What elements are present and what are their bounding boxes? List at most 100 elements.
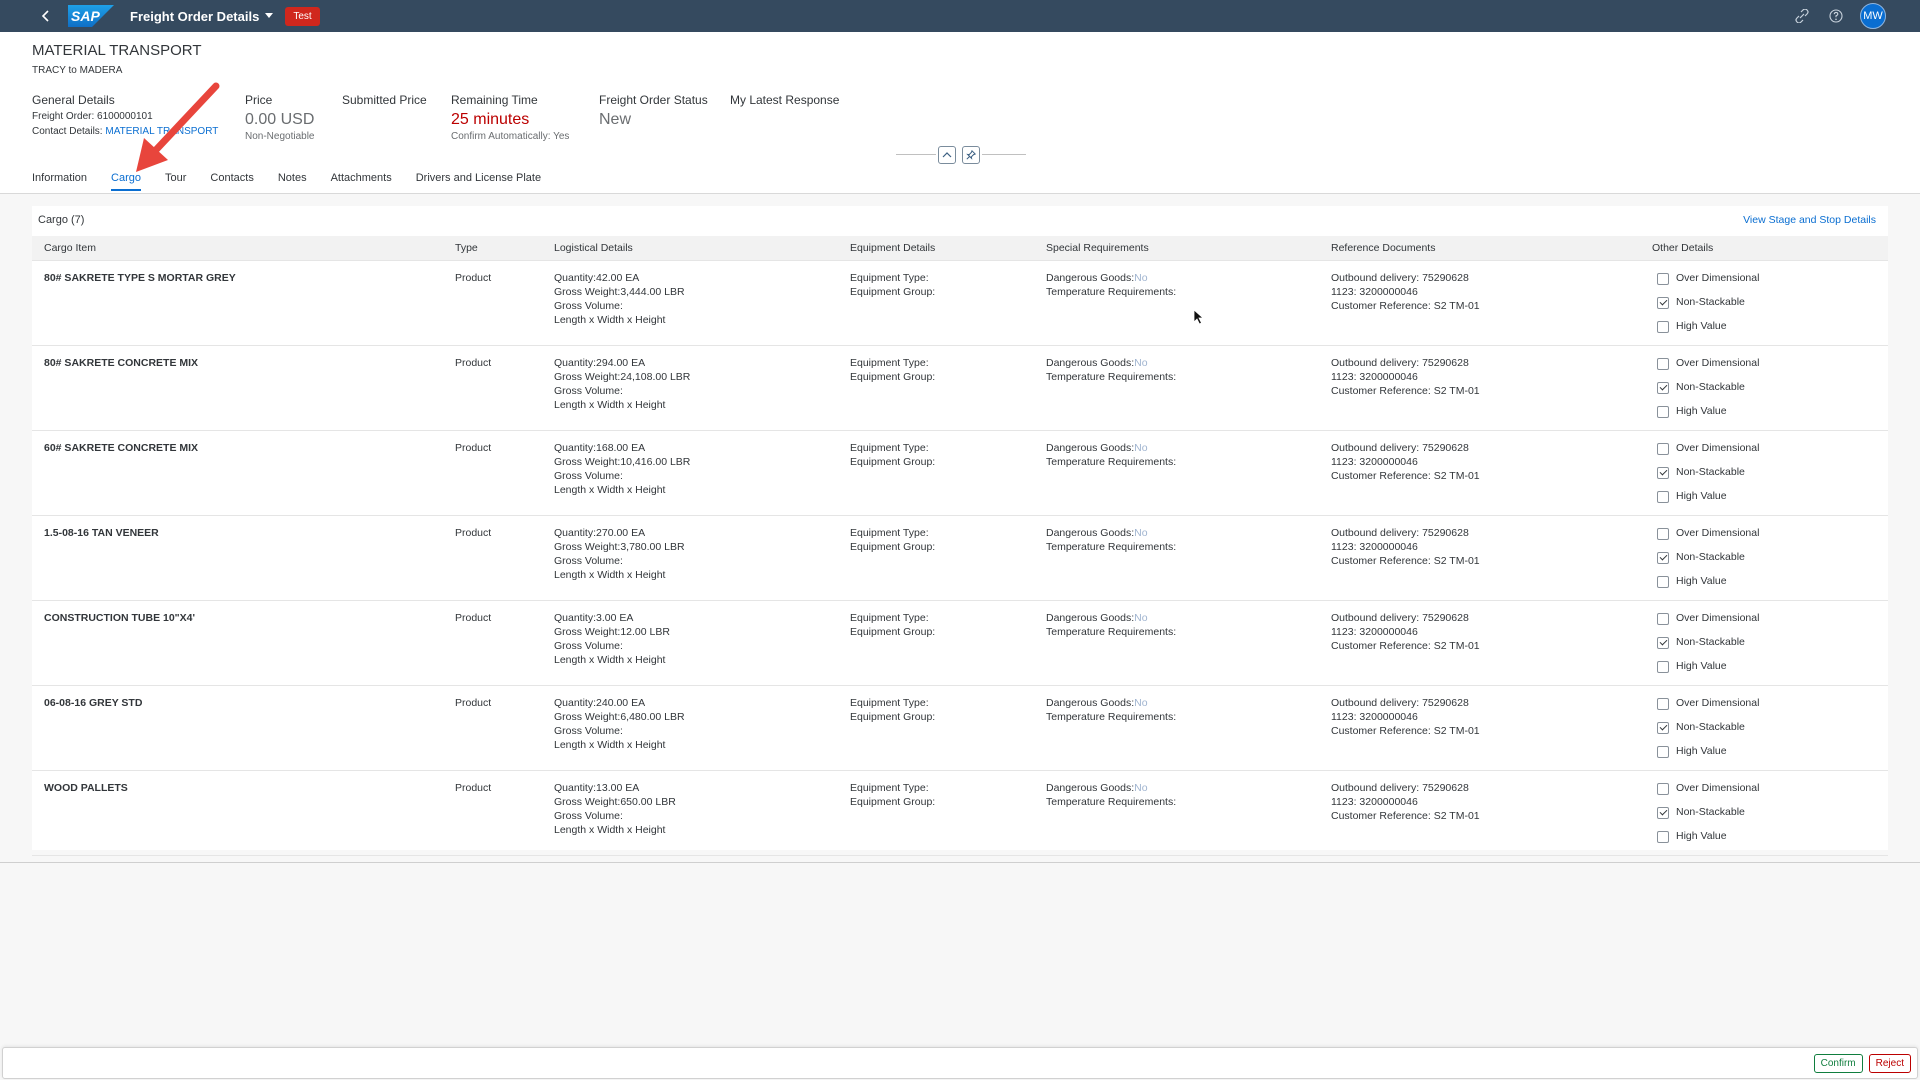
column-header[interactable]: Equipment Details	[838, 236, 1034, 261]
column-header[interactable]: Other Details	[1640, 236, 1888, 261]
non-stackable-checkbox[interactable]	[1657, 381, 1669, 394]
gross-weight-line: Gross Weight:24,108.00 LBR	[554, 370, 691, 383]
back-icon	[41, 10, 49, 22]
high-value-checkbox[interactable]	[1657, 830, 1669, 843]
ref-1123-line: 1123: 3200000046	[1331, 710, 1418, 723]
help-button[interactable]	[1826, 6, 1846, 26]
over-dimensional-checkbox[interactable]	[1657, 697, 1669, 710]
tab-bar: Information Cargo Tour Contacts Notes At…	[32, 172, 565, 191]
non-stackable-checkbox[interactable]	[1657, 636, 1669, 649]
non-stackable-checkbox[interactable]	[1657, 466, 1669, 479]
high-value-checkbox[interactable]	[1657, 490, 1669, 503]
tab-notes[interactable]: Notes	[278, 172, 307, 191]
type-cell: Product	[443, 260, 542, 345]
table-row[interactable]: 60# SAKRETE CONCRETE MIX Product Quantit…	[32, 430, 1888, 515]
logistical-details-cell: Quantity:3.00 EA Gross Weight:12.00 LBR …	[542, 600, 838, 685]
equipment-details-cell: Equipment Type: Equipment Group:	[838, 260, 1034, 345]
table-row[interactable]: 1.5-08-16 TAN VENEER Product Quantity:27…	[32, 515, 1888, 600]
dimensions-line: Length x Width x Height	[554, 314, 666, 327]
over-dimensional-option: Over Dimensional	[1657, 607, 1888, 631]
column-header[interactable]: Type	[443, 236, 542, 261]
quantity-line: Quantity:240.00 EA	[554, 696, 646, 709]
special-requirements-cell: Dangerous Goods:No Temperature Requireme…	[1034, 430, 1319, 515]
high-value-option: High Value	[1657, 825, 1888, 849]
high-value-option: High Value	[1657, 655, 1888, 679]
freight-order-number: 6100000101	[97, 111, 153, 122]
table-row[interactable]: 80# SAKRETE TYPE S MORTAR GREY Product Q…	[32, 260, 1888, 345]
over-dimensional-checkbox[interactable]	[1657, 442, 1669, 455]
confirm-button[interactable]: Confirm	[1813, 1054, 1863, 1073]
reference-documents-cell: Outbound delivery: 75290628 1123: 320000…	[1319, 345, 1640, 430]
over-dimensional-label: Over Dimensional	[1676, 612, 1760, 625]
over-dimensional-checkbox[interactable]	[1657, 782, 1669, 795]
over-dimensional-label: Over Dimensional	[1676, 442, 1760, 455]
price-label: Price	[245, 93, 273, 107]
non-stackable-checkbox[interactable]	[1657, 806, 1669, 819]
cargo-item-cell: 60# SAKRETE CONCRETE MIX	[32, 430, 443, 515]
temperature-requirements-line: Temperature Requirements:	[1046, 370, 1177, 383]
dangerous-goods-line: Dangerous Goods:No	[1046, 356, 1148, 369]
equipment-details-cell: Equipment Type: Equipment Group:	[838, 430, 1034, 515]
sap-logo[interactable]: SAP	[68, 5, 114, 27]
high-value-checkbox[interactable]	[1657, 745, 1669, 758]
table-row[interactable]: 06-08-16 GREY STD Product Quantity:240.0…	[32, 685, 1888, 770]
column-header[interactable]: Special Requirements	[1034, 236, 1319, 261]
temperature-requirements-line: Temperature Requirements:	[1046, 625, 1177, 638]
tab-drivers-and-license-plate[interactable]: Drivers and License Plate	[416, 172, 541, 191]
dangerous-goods-line: Dangerous Goods:No	[1046, 526, 1148, 539]
status-kpi: Freight Order Status New	[599, 93, 708, 129]
page-subtitle: TRACY to MADERA	[32, 65, 123, 76]
column-header[interactable]: Cargo Item	[32, 236, 443, 261]
contact-details-link[interactable]: MATERIAL TRANSPORT	[105, 126, 218, 137]
app-title-menu[interactable]: Freight Order Details	[130, 9, 274, 24]
over-dimensional-checkbox[interactable]	[1657, 272, 1669, 285]
over-dimensional-checkbox[interactable]	[1657, 527, 1669, 540]
view-stage-and-stop-details-link[interactable]: View Stage and Stop Details	[1743, 214, 1876, 226]
over-dimensional-checkbox[interactable]	[1657, 357, 1669, 370]
chevron-down-icon	[265, 13, 274, 18]
back-button[interactable]	[34, 4, 58, 28]
non-stackable-option: Non-Stackable	[1657, 716, 1888, 740]
tab-information[interactable]: Information	[32, 172, 87, 191]
cargo-item-name: CONSTRUCTION TUBE 10"X4'	[44, 611, 195, 624]
gross-weight-line: Gross Weight:3,780.00 LBR	[554, 540, 685, 553]
table-row[interactable]: WOOD PALLETS Product Quantity:13.00 EA G…	[32, 770, 1888, 855]
high-value-checkbox[interactable]	[1657, 575, 1669, 588]
contact-details-line: Contact Details: MATERIAL TRANSPORT	[32, 126, 219, 137]
share-button[interactable]	[1792, 6, 1812, 26]
high-value-label: High Value	[1676, 490, 1727, 503]
table-row[interactable]: CONSTRUCTION TUBE 10"X4' Product Quantit…	[32, 600, 1888, 685]
over-dimensional-label: Over Dimensional	[1676, 272, 1760, 285]
equipment-type-line: Equipment Type:	[850, 526, 929, 539]
cargo-item-cell: 06-08-16 GREY STD	[32, 685, 443, 770]
high-value-checkbox[interactable]	[1657, 405, 1669, 418]
high-value-checkbox[interactable]	[1657, 660, 1669, 673]
customer-reference-line: Customer Reference: S2 TM-01	[1331, 469, 1480, 482]
over-dimensional-option: Over Dimensional	[1657, 267, 1888, 291]
column-header[interactable]: Logistical Details	[542, 236, 838, 261]
column-header[interactable]: Reference Documents	[1319, 236, 1640, 261]
non-stackable-checkbox[interactable]	[1657, 551, 1669, 564]
over-dimensional-label: Over Dimensional	[1676, 697, 1760, 710]
high-value-label: High Value	[1676, 405, 1727, 418]
equipment-type-line: Equipment Type:	[850, 781, 929, 794]
tab-contacts[interactable]: Contacts	[210, 172, 253, 191]
tab-cargo[interactable]: Cargo	[111, 172, 141, 191]
non-stackable-checkbox[interactable]	[1657, 721, 1669, 734]
reject-button[interactable]: Reject	[1868, 1054, 1911, 1073]
pin-header-button[interactable]	[962, 146, 980, 164]
user-avatar[interactable]: MW	[1860, 3, 1886, 29]
equipment-details-cell: Equipment Type: Equipment Group:	[838, 515, 1034, 600]
over-dimensional-option: Over Dimensional	[1657, 522, 1888, 546]
dimensions-line: Length x Width x Height	[554, 654, 666, 667]
svg-text:SAP: SAP	[71, 8, 100, 24]
tab-attachments[interactable]: Attachments	[331, 172, 392, 191]
table-row[interactable]: 80# SAKRETE CONCRETE MIX Product Quantit…	[32, 345, 1888, 430]
collapse-header-button[interactable]	[938, 146, 956, 164]
remaining-time-value: 25 minutes	[451, 111, 530, 128]
non-stackable-checkbox[interactable]	[1657, 296, 1669, 309]
ref-1123-line: 1123: 3200000046	[1331, 540, 1418, 553]
over-dimensional-checkbox[interactable]	[1657, 612, 1669, 625]
high-value-checkbox[interactable]	[1657, 320, 1669, 333]
tab-tour[interactable]: Tour	[165, 172, 186, 191]
